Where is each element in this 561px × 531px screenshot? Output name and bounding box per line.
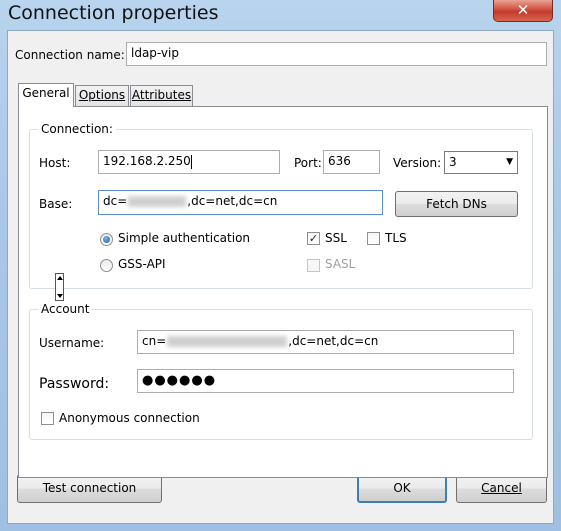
anonymous-checkbox[interactable] (41, 412, 54, 425)
port-value: 636 (328, 154, 351, 168)
simple-auth-label: Simple authentication (118, 231, 251, 245)
dialog-client: Connection name: ldap-vip General Option… (7, 30, 554, 524)
tab-attributes-label: Attributes (131, 88, 192, 102)
dialog-window: Connection properties ✕ Connection name:… (0, 0, 561, 531)
window-title: Connection properties (8, 2, 219, 24)
arrow-down-icon (57, 294, 63, 298)
tab-options-label: Options (78, 88, 126, 102)
tab-options[interactable]: Options (75, 85, 129, 106)
gssapi-label: GSS-API (118, 257, 166, 271)
check-icon: ✓ (308, 232, 319, 245)
ok-label: OK (393, 481, 411, 495)
version-value: 3 (449, 155, 457, 169)
test-connection-button[interactable]: Test connection (17, 474, 162, 503)
title-bar[interactable]: Connection properties ✕ (0, 0, 561, 30)
base-value-suffix: ,dc=net,dc=cn (187, 194, 278, 208)
username-label: Username: (39, 336, 105, 350)
password-value: ●●●●●● (142, 373, 217, 388)
connection-name-label: Connection name: (15, 48, 125, 62)
redacted-text (128, 196, 187, 207)
password-input[interactable]: ●●●●●● (137, 369, 514, 393)
host-value: 192.168.2.250 (103, 154, 191, 168)
close-icon: ✕ (516, 1, 530, 19)
text-cursor (190, 154, 192, 169)
base-value-prefix: dc= (103, 194, 128, 208)
gssapi-radio[interactable] (100, 259, 113, 272)
close-button[interactable]: ✕ (493, 0, 553, 22)
tab-general-label: General (22, 86, 70, 100)
ok-button[interactable]: OK (357, 474, 447, 503)
port-input[interactable]: 636 (323, 150, 380, 174)
username-input[interactable]: cn= ,dc=net,dc=cn (137, 330, 514, 354)
connection-group-title: Connection: (38, 122, 116, 136)
splitter-handle[interactable] (55, 273, 64, 301)
arrow-up-icon (57, 276, 63, 280)
connection-name-value: ldap-vip (131, 46, 179, 60)
simple-auth-radio[interactable] (100, 233, 113, 246)
version-label: Version: (393, 156, 442, 170)
connection-name-input[interactable]: ldap-vip (126, 42, 547, 66)
chevron-down-icon: ▼ (506, 157, 513, 167)
fetch-dns-label: Fetch DNs (426, 197, 487, 211)
version-select[interactable]: 3 ▼ (444, 151, 518, 174)
test-connection-label: Test connection (42, 481, 137, 495)
base-input[interactable]: dc= ,dc=net,dc=cn (98, 190, 383, 215)
anonymous-label: Anonymous connection (59, 411, 200, 425)
tab-attributes[interactable]: Attributes (130, 85, 193, 106)
ssl-checkbox[interactable]: ✓ (307, 232, 320, 245)
tab-panel-general: Connection: Host: 192.168.2.250 Port: 63… (18, 106, 548, 478)
tls-label: TLS (385, 231, 407, 245)
ssl-label: SSL (325, 231, 347, 245)
sasl-checkbox[interactable] (307, 259, 320, 272)
account-group-title: Account (38, 302, 93, 316)
sasl-label: SASL (325, 257, 356, 271)
cancel-label: Cancel (481, 481, 522, 495)
host-input[interactable]: 192.168.2.250 (98, 150, 280, 174)
cancel-button[interactable]: Cancel (456, 474, 547, 503)
port-label: Port: (294, 156, 322, 170)
tab-general[interactable]: General (18, 83, 74, 107)
base-label: Base: (39, 197, 73, 211)
username-value-suffix: ,dc=net,dc=cn (288, 334, 379, 348)
password-label: Password: (39, 376, 110, 392)
username-value-prefix: cn= (142, 334, 167, 348)
tls-checkbox[interactable] (367, 232, 380, 245)
redacted-text (167, 336, 288, 347)
host-label: Host: (39, 156, 71, 170)
fetch-dns-button[interactable]: Fetch DNs (395, 191, 518, 217)
